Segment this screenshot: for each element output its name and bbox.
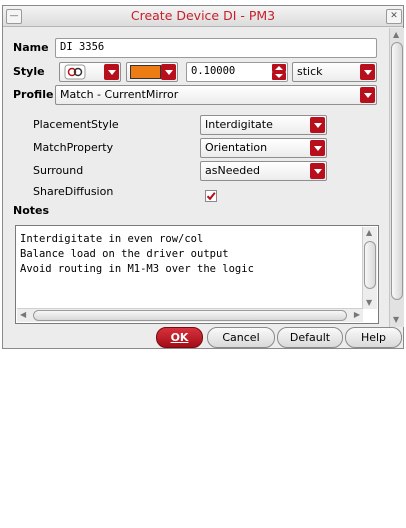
notes-textarea[interactable]: Interdigitate in even row/col Balance lo… bbox=[15, 225, 379, 324]
notes-line: Interdigitate in even row/col bbox=[20, 233, 204, 245]
profile-combo[interactable]: Match - CurrentMirror bbox=[55, 85, 377, 105]
spin-down-icon bbox=[275, 74, 283, 78]
title-bar: — Create Device DI - PM3 ✕ bbox=[3, 6, 403, 27]
dialog-vertical-scrollbar[interactable]: ▲ ▼ bbox=[389, 28, 404, 327]
placement-style-dropdown-icon bbox=[310, 117, 325, 133]
width-value: 0.10000 bbox=[191, 65, 236, 77]
notes-horizontal-scrollbar[interactable]: ◀ ▶ bbox=[17, 308, 363, 322]
style-label: Style bbox=[13, 65, 45, 78]
color-combo[interactable] bbox=[126, 62, 178, 82]
surround-value: asNeeded bbox=[205, 164, 260, 177]
default-button[interactable]: Default bbox=[277, 327, 343, 348]
profile-label: Profile bbox=[13, 88, 54, 101]
ok-label: OK bbox=[170, 331, 189, 344]
dialog-scroll-down-icon[interactable]: ▼ bbox=[393, 316, 399, 324]
match-property-label: MatchProperty bbox=[33, 141, 114, 154]
help-button[interactable]: Help bbox=[345, 327, 402, 348]
ok-button[interactable]: OK bbox=[156, 327, 203, 348]
surround-label: Surround bbox=[33, 164, 84, 177]
scroll-up-icon[interactable]: ▲ bbox=[366, 229, 372, 237]
line-type-dropdown-icon bbox=[360, 64, 375, 80]
line-type-combo[interactable]: stick bbox=[292, 62, 377, 82]
notes-line: Avoid routing in M1-M3 over the logic bbox=[20, 263, 254, 275]
share-diffusion-checkbox[interactable] bbox=[205, 190, 217, 202]
surround-dropdown-icon bbox=[310, 163, 325, 179]
close-button[interactable]: ✕ bbox=[386, 9, 402, 24]
match-property-combo[interactable]: Orientation bbox=[200, 138, 327, 158]
line-type-value: stick bbox=[297, 65, 323, 78]
placement-style-label: PlacementStyle bbox=[33, 118, 119, 131]
help-label: Help bbox=[360, 331, 387, 344]
placement-style-value: Interdigitate bbox=[205, 118, 273, 131]
match-property-value: Orientation bbox=[205, 141, 268, 154]
default-label: Default bbox=[289, 331, 331, 344]
cancel-label: Cancel bbox=[222, 331, 260, 344]
spin-up-button[interactable] bbox=[272, 64, 286, 72]
scroll-right-icon[interactable]: ▶ bbox=[354, 311, 360, 319]
dialog-scroll-up-icon[interactable]: ▲ bbox=[393, 31, 399, 39]
scroll-left-icon[interactable]: ◀ bbox=[20, 311, 26, 319]
match-property-dropdown-icon bbox=[310, 140, 325, 156]
color-swatch bbox=[130, 65, 161, 79]
dialog-vertical-thumb[interactable] bbox=[391, 42, 403, 300]
width-spinbox[interactable]: 0.10000 bbox=[186, 62, 288, 82]
close-icon: ✕ bbox=[390, 11, 398, 21]
cancel-button[interactable]: Cancel bbox=[207, 327, 275, 348]
placement-style-combo[interactable]: Interdigitate bbox=[200, 115, 327, 135]
name-field[interactable]: DI 3356 bbox=[55, 38, 377, 58]
line-style-icon bbox=[64, 64, 86, 80]
share-diffusion-label: ShareDiffusion bbox=[33, 185, 114, 198]
spin-down-button[interactable] bbox=[272, 72, 286, 80]
line-style-combo[interactable] bbox=[59, 62, 121, 82]
profile-dropdown-icon bbox=[360, 87, 375, 103]
line-style-dropdown-icon bbox=[104, 64, 119, 80]
notes-horizontal-thumb[interactable] bbox=[33, 310, 347, 321]
color-dropdown-icon bbox=[161, 64, 176, 80]
spin-up-icon bbox=[275, 66, 283, 70]
name-label: Name bbox=[13, 41, 49, 54]
profile-value: Match - CurrentMirror bbox=[60, 88, 179, 101]
create-device-dialog: — Create Device DI - PM3 ✕ Name DI 3356 … bbox=[2, 5, 404, 349]
surround-combo[interactable]: asNeeded bbox=[200, 161, 327, 181]
notes-vertical-thumb[interactable] bbox=[364, 241, 376, 289]
notes-label: Notes bbox=[13, 204, 50, 217]
notes-line: Balance load on the driver output bbox=[20, 248, 229, 260]
scroll-down-icon[interactable]: ▼ bbox=[366, 299, 372, 307]
notes-vertical-scrollbar[interactable]: ▲ ▼ bbox=[362, 227, 377, 309]
window-title: Create Device DI - PM3 bbox=[130, 8, 276, 23]
